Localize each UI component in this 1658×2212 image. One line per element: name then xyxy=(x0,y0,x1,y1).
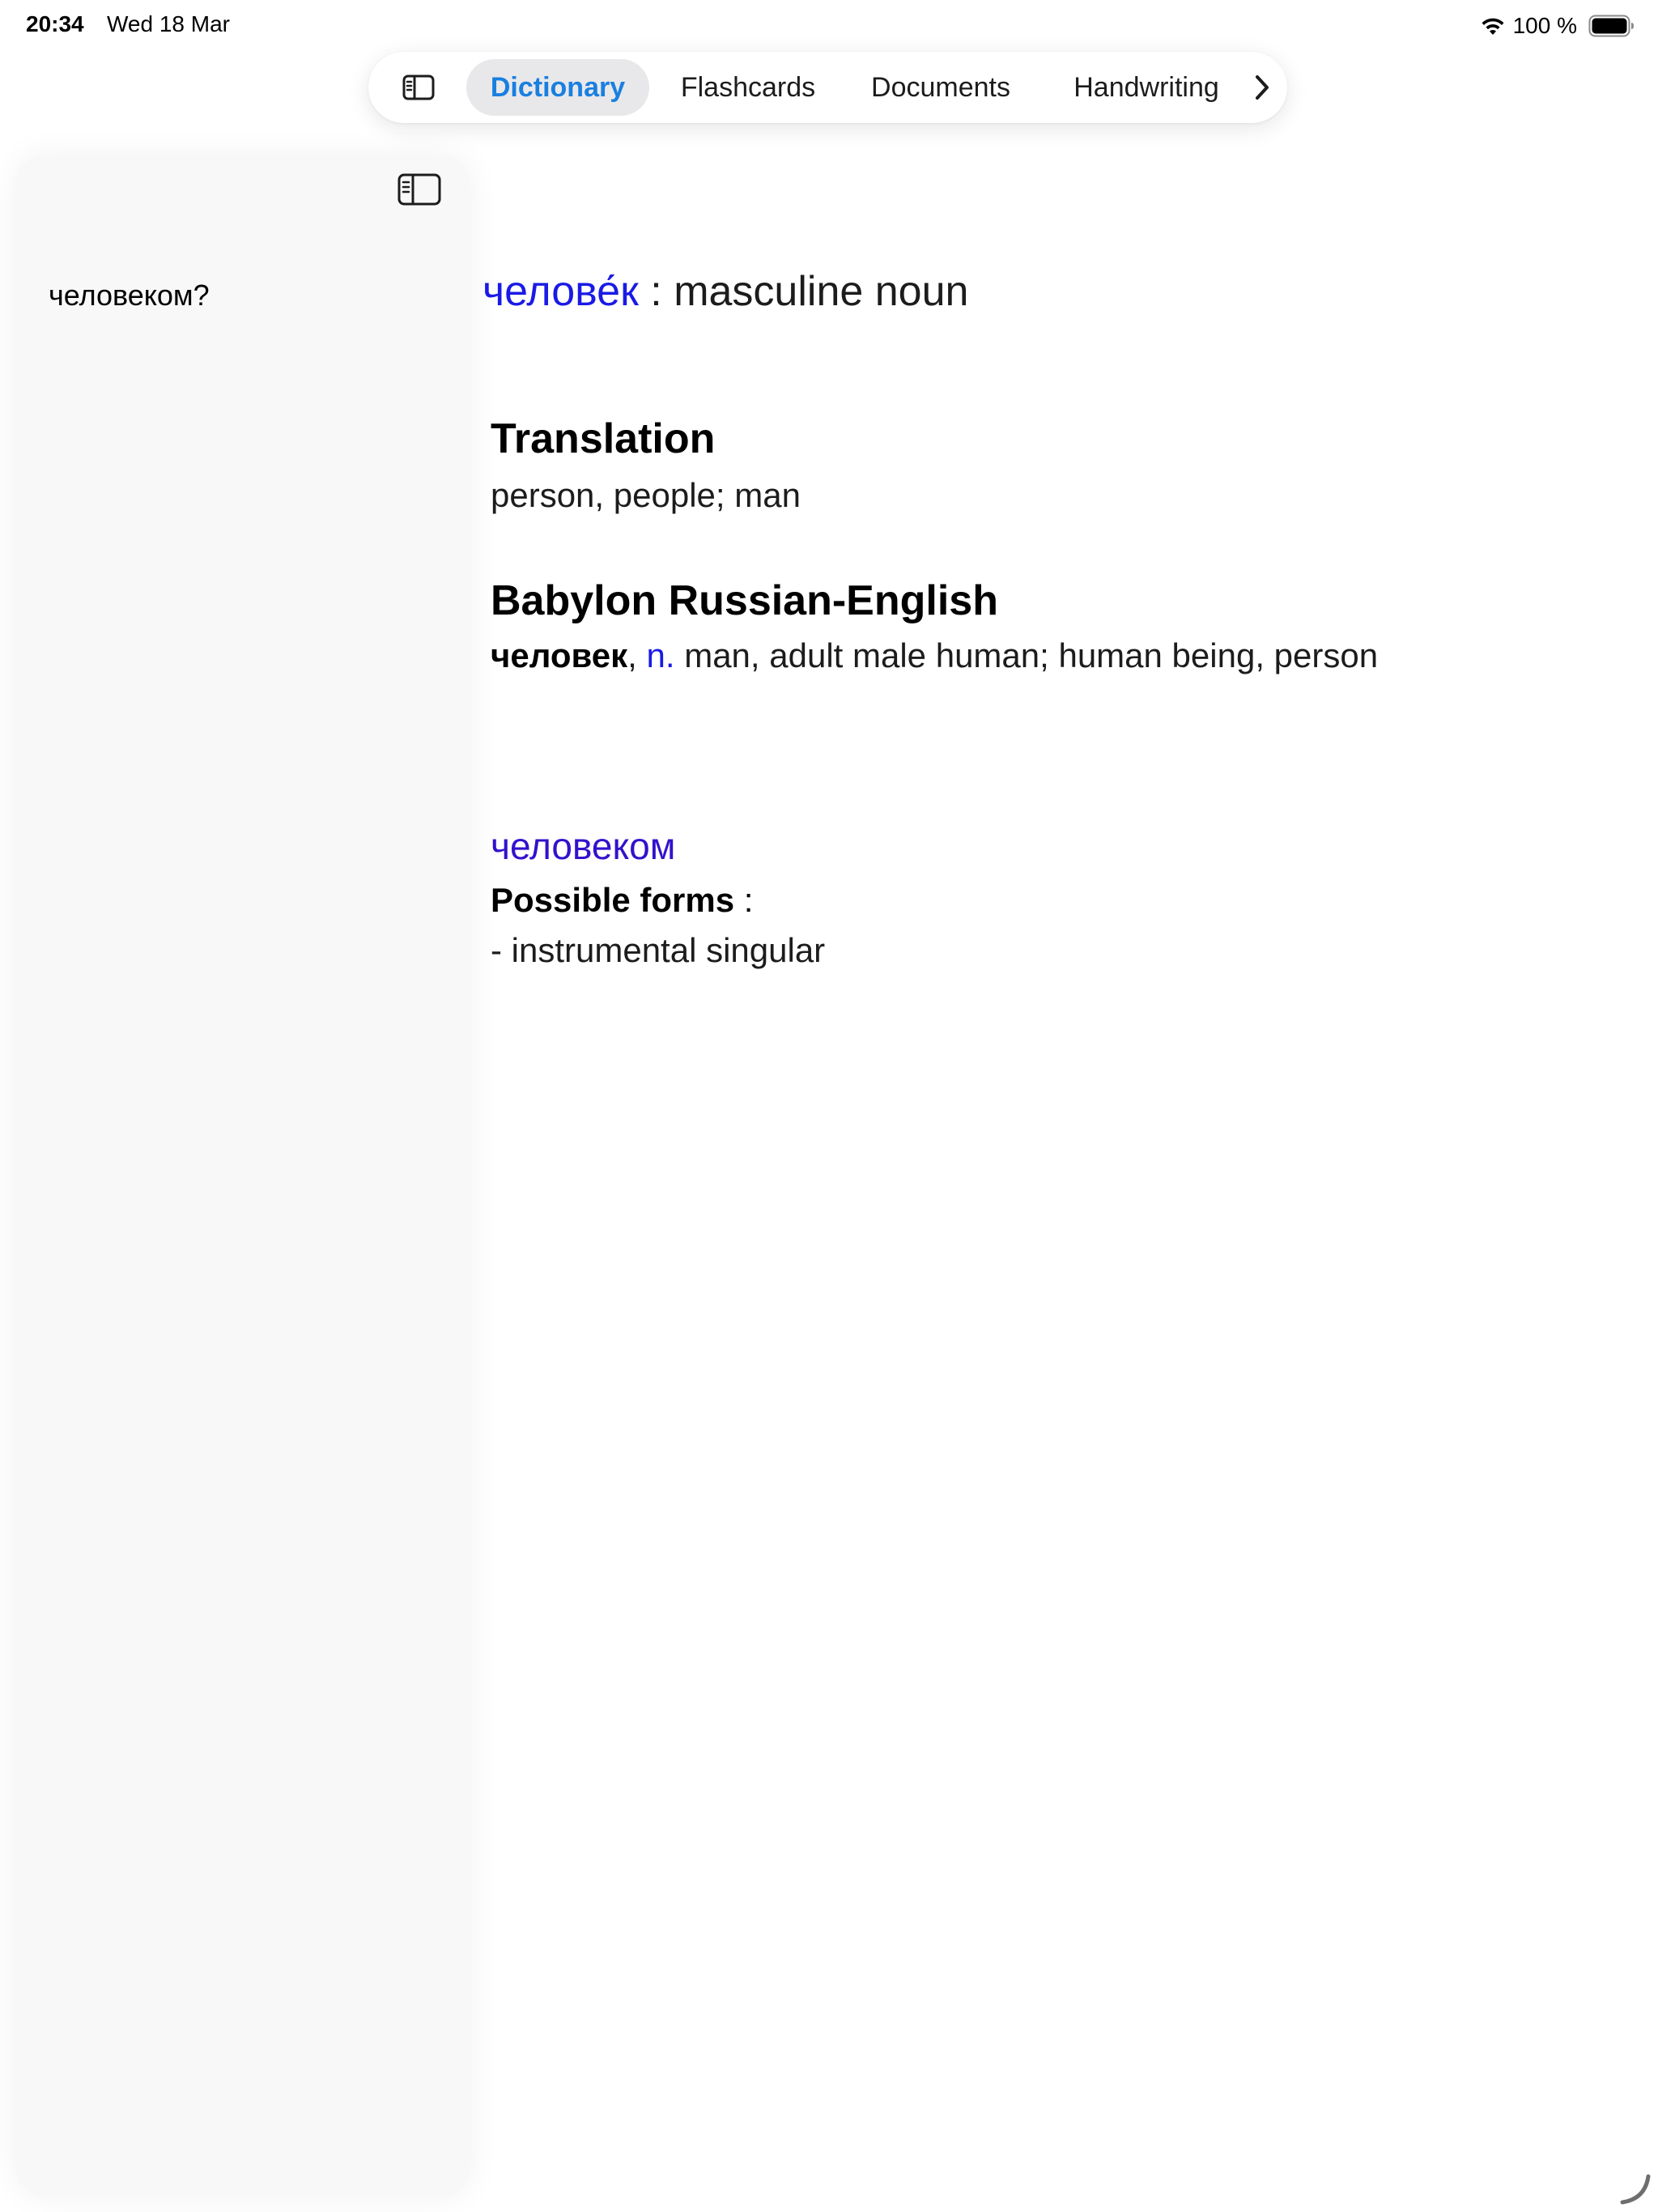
headword-separator: : xyxy=(638,268,674,315)
babylon-comma: , xyxy=(627,636,647,674)
status-indicators: 100 % xyxy=(1479,11,1635,40)
status-date: Wed 18 Mar xyxy=(107,11,230,36)
possible-form-item: - instrumental singular xyxy=(491,931,826,969)
babylon-word: человек xyxy=(491,636,628,674)
battery-percentage: 100 % xyxy=(1512,13,1577,38)
sidebar-history-item[interactable]: человеком? xyxy=(49,279,210,313)
tab-dictionary[interactable]: Dictionary xyxy=(466,59,649,116)
sidebar-toggle-button[interactable] xyxy=(401,70,436,105)
part-of-speech: masculine noun xyxy=(674,268,969,315)
inflected-form: человеком xyxy=(491,825,676,867)
chevron-right-icon xyxy=(1256,75,1269,100)
sidebar: человеком? xyxy=(16,155,470,2196)
possible-forms-label: Possible forms : xyxy=(491,881,753,920)
translation-text: person, people; man xyxy=(491,476,801,514)
tab-flashcards[interactable]: Flashcards xyxy=(664,59,832,116)
more-tabs-button[interactable] xyxy=(1244,70,1280,105)
sidebar-icon xyxy=(397,173,441,206)
resize-corner-icon xyxy=(1620,2174,1651,2205)
sidebar-icon xyxy=(402,74,435,100)
possible-forms-colon: : xyxy=(734,881,754,919)
top-navigation: Dictionary Flashcards Documents Handwrit… xyxy=(368,52,1287,123)
tab-handwriting[interactable]: Handwriting xyxy=(1048,59,1244,116)
status-time: 20:34 xyxy=(26,11,84,36)
battery-full-icon xyxy=(1588,15,1634,37)
babylon-part-of-speech[interactable]: n. xyxy=(647,636,675,674)
headword: челове́к xyxy=(483,268,639,315)
headword-line: челове́к : masculine noun xyxy=(483,267,968,316)
status-bar: 20:34 Wed 18 Mar 100 % xyxy=(0,0,1658,52)
babylon-definition: man, adult male human; human being, pers… xyxy=(674,636,1379,674)
possible-forms-heading: Possible forms xyxy=(491,881,735,919)
babylon-definition-line: человек, n. man, adult male human; human… xyxy=(491,636,1378,675)
sidebar-collapse-button[interactable] xyxy=(397,172,442,207)
translation-heading: Translation xyxy=(491,415,716,462)
wifi-icon xyxy=(1482,18,1504,35)
tab-documents[interactable]: Documents xyxy=(850,59,1031,116)
babylon-heading: Babylon Russian-English xyxy=(491,577,998,624)
